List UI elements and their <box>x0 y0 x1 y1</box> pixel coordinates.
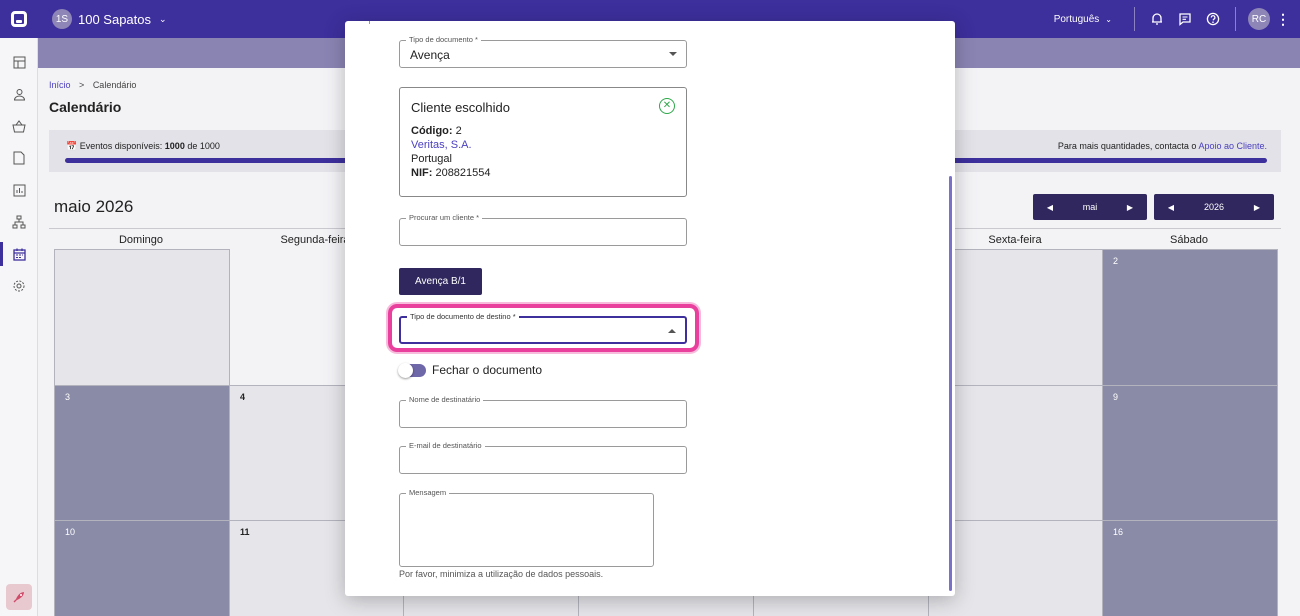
message-textarea[interactable]: Mensagem <box>399 488 654 567</box>
search-client-label: Procurar um cliente * <box>406 213 483 222</box>
calendar-icon[interactable] <box>0 238 38 270</box>
avatar[interactable]: RC <box>1248 8 1270 30</box>
day-number: 16 <box>1113 527 1124 537</box>
calendar-cell[interactable]: 16 <box>1102 520 1278 616</box>
calendar-cell[interactable] <box>54 249 230 386</box>
divider <box>1235 7 1236 31</box>
help-icon[interactable] <box>1199 5 1227 33</box>
document-icon[interactable] <box>0 142 38 174</box>
month-navigator: ◀ mai ▶ <box>1033 194 1147 220</box>
dashboard-icon[interactable] <box>0 46 38 78</box>
caret-right-icon[interactable]: ▶ <box>1240 203 1274 212</box>
caret-right-icon[interactable]: ▶ <box>1113 203 1147 212</box>
client-card-title: Cliente escolhido <box>411 100 511 115</box>
day-number: 10 <box>65 527 76 537</box>
language-label: Português <box>1053 13 1100 25</box>
close-document-toggle[interactable] <box>398 362 426 378</box>
caret-down-icon <box>669 52 677 56</box>
company-name: 100 Sapatos <box>78 11 152 27</box>
events-available: 📅 Eventos disponíveis: 1000 de 1000 <box>66 141 220 152</box>
month-value: mai <box>1082 202 1098 212</box>
day-number: 3 <box>65 392 71 402</box>
page-title: Calendário <box>49 99 122 115</box>
document-type-label: Tipo de documento * <box>406 35 481 44</box>
client-name-link[interactable]: Veritas, S.A. <box>411 138 675 152</box>
client-nif: NIF: 208821554 <box>411 166 675 180</box>
calendar-cell[interactable]: 2 <box>1102 249 1278 386</box>
calendar-cell[interactable]: 10 <box>54 520 230 616</box>
year-navigator: ◀ 2026 ▶ <box>1154 194 1274 220</box>
selected-client-card: Cliente escolhido ✕ Código: 2 Veritas, S… <box>399 87 687 197</box>
client-code: Código: 2 <box>411 124 675 138</box>
close-document-toggle-row: Fechar o documento <box>398 362 543 378</box>
client-country: Portugal <box>411 153 452 165</box>
breadcrumb-current: Calendário <box>92 80 137 90</box>
chevron-down-icon: ⌄ <box>1105 14 1112 24</box>
sitemap-icon[interactable] <box>0 206 38 238</box>
calendar-cell[interactable]: 9 <box>1102 385 1278 521</box>
chat-icon[interactable] <box>1171 5 1199 33</box>
recipient-email-label: E-mail de destinatário <box>406 441 485 450</box>
events-used: 1000 <box>164 141 185 151</box>
events-total: de 1000 <box>187 141 220 151</box>
app-logo-icon[interactable] <box>0 0 38 38</box>
chart-icon[interactable] <box>0 174 38 206</box>
client-nif-value: 208821554 <box>435 167 491 179</box>
privacy-hint: Por favor, minimiza a utilização de dado… <box>399 569 604 579</box>
events-label: Eventos disponíveis: <box>79 141 163 151</box>
search-client-input[interactable]: Procurar um cliente * <box>399 213 687 246</box>
day-number: 4 <box>240 392 246 402</box>
client-nif-label: NIF: <box>411 167 433 179</box>
recipient-name-label: Nome de destinatário <box>406 395 484 404</box>
message-label: Mensagem <box>406 488 450 497</box>
calendar-icon: 📅 <box>66 141 78 151</box>
language-selector[interactable]: Português ⌄ <box>1054 14 1112 25</box>
year-value: 2026 <box>1203 202 1225 212</box>
breadcrumb: Início > Calendário <box>49 80 136 90</box>
bell-icon[interactable] <box>1143 5 1171 33</box>
divider <box>369 21 391 24</box>
basket-icon[interactable] <box>0 110 38 142</box>
company-badge: 1S <box>52 9 72 29</box>
events-more-info: Para mais quantidades, contacta o Apoio … <box>1058 141 1267 151</box>
destination-document-type-select[interactable]: Tipo de documento de destino * <box>399 312 687 344</box>
caret-left-icon[interactable]: ◀ <box>1033 203 1067 212</box>
recipient-email-input[interactable]: E-mail de destinatário <box>399 441 687 474</box>
rocket-icon[interactable] <box>6 584 32 610</box>
caret-up-icon <box>668 329 676 333</box>
day-name-sunday: Domingo <box>118 234 164 246</box>
destination-document-type-label: Tipo de documento de destino * <box>407 312 519 321</box>
calendar-cell[interactable]: 3 <box>54 385 230 521</box>
day-name-saturday: Sábado <box>1170 234 1208 246</box>
create-document-modal: Tipo de documento * Avença Cliente escol… <box>345 21 955 596</box>
gear-icon[interactable] <box>0 270 38 302</box>
sidebar <box>0 38 38 616</box>
day-number: 2 <box>1113 256 1119 266</box>
divider <box>1134 7 1135 31</box>
day-number: 9 <box>1113 392 1119 402</box>
close-document-label: Fechar o documento <box>432 363 543 377</box>
calendar-month-title: maio 2026 <box>54 197 134 216</box>
breadcrumb-home-link[interactable]: Início <box>49 80 71 90</box>
caret-left-icon[interactable]: ◀ <box>1154 203 1188 212</box>
support-link[interactable]: Apoio ao Cliente. <box>1198 141 1267 151</box>
document-type-value: Avença <box>410 48 450 62</box>
company-selector[interactable]: 1S 100 Sapatos ⌄ <box>52 9 167 29</box>
chevron-down-icon: ⌄ <box>159 13 167 24</box>
client-code-value: 2 <box>455 125 462 137</box>
source-document-button[interactable]: Avença B/1 <box>399 268 482 295</box>
day-number: 11 <box>240 527 250 537</box>
more-vertical-icon[interactable]: ⋮ <box>1276 11 1290 28</box>
clear-client-icon[interactable]: ✕ <box>659 98 675 114</box>
recipient-name-input[interactable]: Nome de destinatário <box>399 395 687 428</box>
client-code-label: Código: <box>411 125 453 137</box>
events-more-text: Para mais quantidades, contacta o <box>1057 141 1197 151</box>
scrollbar[interactable] <box>949 176 952 591</box>
breadcrumb-separator: > <box>79 80 85 90</box>
user-icon[interactable] <box>0 78 38 110</box>
document-type-select[interactable]: Tipo de documento * Avença <box>399 35 687 68</box>
